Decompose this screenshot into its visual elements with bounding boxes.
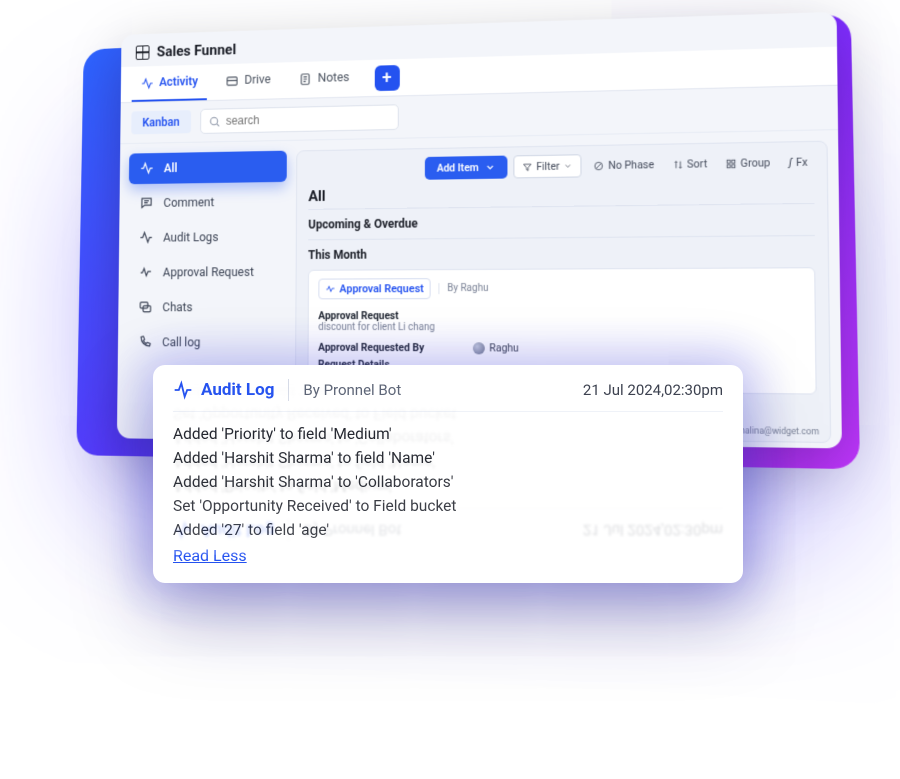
notes-icon <box>299 72 312 86</box>
group-button[interactable]: Group <box>720 152 777 174</box>
board-icon <box>136 45 150 60</box>
approval-chip: Approval Request <box>318 278 430 299</box>
add-item-button[interactable]: Add Item <box>425 156 507 180</box>
add-item-label: Add Item <box>437 161 479 175</box>
no-phase-icon <box>594 160 604 170</box>
approval-by-label: By Raghu <box>438 283 488 294</box>
sidebar-item-label: Chats <box>162 300 192 315</box>
sidebar-item-label: Approval Request <box>163 265 254 280</box>
filter-label: Filter <box>536 160 560 173</box>
group-icon <box>726 158 737 168</box>
approval-chip-label: Approval Request <box>339 282 423 295</box>
section-this-month-title: This Month <box>308 235 815 270</box>
tab-notes[interactable]: Notes <box>289 60 359 98</box>
filter-button[interactable]: Filter <box>513 154 582 178</box>
audit-icon <box>139 230 154 246</box>
drive-icon <box>226 74 239 88</box>
tab-drive[interactable]: Drive <box>216 63 280 100</box>
page-title: Sales Funnel <box>157 41 237 61</box>
chevron-down-icon <box>485 162 496 173</box>
chevron-down-icon <box>564 161 573 170</box>
sort-label: Sort <box>687 157 707 171</box>
tab-activity-label: Activity <box>159 74 198 89</box>
section-upcoming-title: Upcoming & Overdue <box>308 203 815 239</box>
panel-toolbar: Add Item Filter <box>308 150 814 181</box>
sidebar-item-comment[interactable]: Comment <box>129 186 287 219</box>
section-all-title: All <box>308 180 814 205</box>
no-phase-label: No Phase <box>608 158 654 172</box>
approval-title: Approval Request <box>318 309 398 322</box>
view-kanban-pill[interactable]: Kanban <box>131 110 190 134</box>
search-box[interactable] <box>200 104 399 134</box>
phone-icon <box>138 335 153 351</box>
sidebar-item-all[interactable]: All <box>129 151 287 185</box>
tab-notes-label: Notes <box>318 70 350 85</box>
fx-label: Fx <box>796 155 808 169</box>
sidebar-item-audit-logs[interactable]: Audit Logs <box>128 221 286 253</box>
activity-icon <box>141 76 154 90</box>
group-label: Group <box>740 156 770 170</box>
tab-activity[interactable]: Activity <box>132 65 208 102</box>
audit-card-reflection: Audit Log By Pronnel Bot 21 Jul 2024,02:… <box>153 337 743 555</box>
sort-icon <box>673 159 683 169</box>
add-tab-button[interactable]: + <box>374 65 399 91</box>
activity-icon <box>140 161 155 177</box>
approval-icon <box>139 265 154 281</box>
search-icon <box>208 115 220 128</box>
sidebar-item-chats[interactable]: Chats <box>127 292 286 323</box>
sidebar-item-label: Audit Logs <box>163 230 218 245</box>
chats-icon <box>138 300 153 316</box>
approval-subtitle: discount for client Li chang <box>318 322 804 334</box>
search-input[interactable] <box>226 110 390 127</box>
sidebar-item-label: All <box>164 161 178 176</box>
tab-drive-label: Drive <box>244 72 270 87</box>
filter-icon <box>522 162 532 172</box>
fx-button[interactable]: ∫ Fx <box>783 151 815 173</box>
sidebar-item-label: Comment <box>163 195 214 210</box>
comment-icon <box>140 195 155 211</box>
sidebar-item-approval-request[interactable]: Approval Request <box>128 256 286 288</box>
no-phase-button[interactable]: No Phase <box>588 154 661 176</box>
fx-icon: ∫ <box>789 156 792 169</box>
sort-button[interactable]: Sort <box>666 153 713 175</box>
